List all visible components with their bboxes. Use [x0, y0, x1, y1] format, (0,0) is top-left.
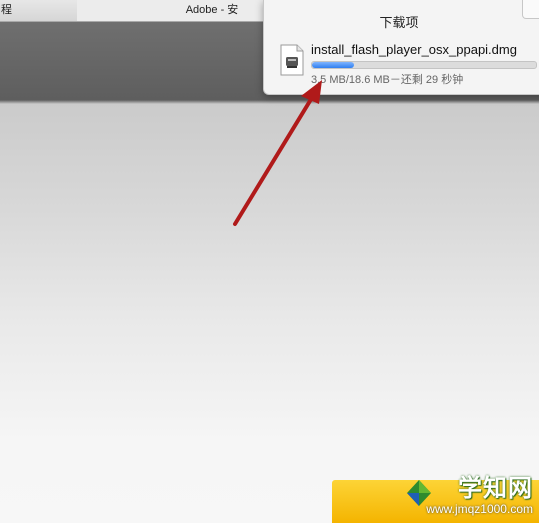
tab-adobe[interactable]: Adobe - 安 — [77, 0, 267, 21]
download-status-text: 3.5 MB/18.6 MB－还剩 29 秒钟 — [311, 74, 464, 86]
watermark-url: www.jmqz1000.com — [426, 501, 533, 516]
watermark-title: 学知网 — [458, 474, 533, 502]
download-progress-bar — [311, 61, 537, 69]
downloads-title: 下载项 — [379, 15, 419, 30]
download-file-name[interactable]: install_flash_player_osx_ppapi.dmg — [311, 42, 517, 57]
page-content — [0, 22, 539, 523]
tab-previous[interactable]: 程 — [0, 0, 78, 21]
downloads-popover: 下载项 install_flash_player_osx_ppapi.dmg 3… — [263, 0, 539, 95]
tab-previous-label: 程 — [1, 4, 12, 16]
tab-adobe-label: Adobe - 安 — [185, 4, 239, 16]
watermark: 学知网 www.jmqz1000.com — [398, 468, 539, 523]
watermark-logo-icon — [407, 480, 431, 506]
disk-image-file-icon[interactable] — [280, 44, 304, 76]
download-progress-fill — [312, 62, 355, 68]
